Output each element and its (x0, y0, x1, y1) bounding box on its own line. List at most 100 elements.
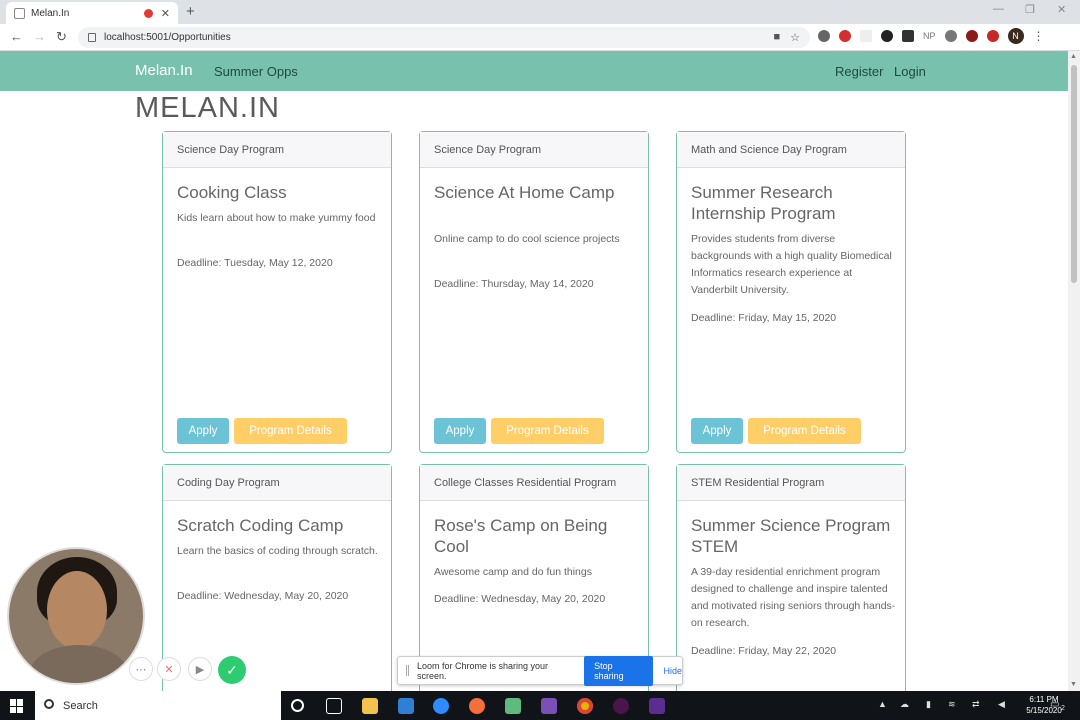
browser-tab-bar: Melan.In ✕ + — ❐ ✕ (0, 0, 1080, 24)
url-text: localhost:5001/Opportunities (104, 32, 231, 43)
np-extension-icon[interactable]: NP (923, 31, 936, 41)
card-header: Science Day Program (420, 132, 648, 168)
nav-link-login[interactable]: Login (894, 64, 926, 79)
terminal-icon[interactable] (649, 698, 665, 714)
tab-close-icon[interactable]: ✕ (161, 7, 170, 20)
card-title: Rose's Camp on Being Cool (434, 516, 608, 556)
page-title: MELAN.IN (135, 92, 280, 124)
app-icon[interactable] (469, 698, 485, 714)
scrollbar-thumb[interactable] (1071, 65, 1077, 283)
card-deadline: Deadline: Wednesday, May 20, 2020 (177, 590, 349, 602)
nav-link-summer-opps[interactable]: Summer Opps (214, 64, 298, 79)
vscode-icon[interactable] (398, 698, 414, 714)
scroll-down-icon[interactable]: ▼ (1070, 681, 1077, 688)
program-details-button[interactable]: Program Details (491, 418, 604, 444)
card-header: Math and Science Day Program (677, 132, 905, 168)
cancel-recording-icon[interactable]: ✕ (157, 657, 181, 681)
program-details-button[interactable]: Program Details (748, 418, 861, 444)
card-title: Summer Science Program STEM (691, 516, 891, 556)
card-deadline: Deadline: Friday, May 22, 2020 (691, 645, 837, 657)
program-card: Science Day Program Science At Home Camp… (419, 131, 649, 453)
stop-sharing-button[interactable]: Stop sharing (584, 655, 654, 686)
tab-title: Melan.In (31, 7, 70, 19)
extension-icon[interactable] (944, 30, 957, 42)
notification-icon[interactable]: ▭ (1050, 699, 1059, 710)
usb-icon[interactable]: ▮ (926, 699, 931, 710)
windows-start-icon[interactable] (10, 699, 24, 713)
address-bar[interactable]: localhost:5001/Opportunities ■ ☆ (78, 27, 810, 48)
extension-icon[interactable] (818, 30, 830, 42)
close-window-icon[interactable]: ✕ (1057, 3, 1066, 16)
tray-chevron-icon[interactable]: ▲ (878, 699, 887, 709)
card-header: Science Day Program (163, 132, 391, 168)
taskbar-search-label: Search (63, 699, 98, 712)
info-icon[interactable] (88, 33, 96, 42)
zoom-icon[interactable] (433, 698, 449, 714)
apply-button[interactable]: Apply (434, 418, 486, 444)
network-icon[interactable]: ⇄ (972, 699, 980, 710)
search-icon (44, 699, 54, 709)
page-scrollbar[interactable]: ▲ ▼ (1068, 51, 1080, 691)
pause-recording-icon[interactable]: ▶ (188, 657, 212, 681)
apply-button[interactable]: Apply (177, 418, 229, 444)
scroll-up-icon[interactable]: ▲ (1070, 53, 1077, 60)
slack-icon[interactable] (613, 698, 629, 714)
card-description: Provides students from diverse backgroun… (691, 233, 892, 296)
extension-icon[interactable] (986, 30, 999, 42)
clock-time: 6:11 PM (1029, 695, 1059, 704)
volume-icon[interactable]: ◀ (998, 699, 1005, 710)
card-description: Kids learn about how to make yummy food (177, 212, 376, 224)
card-header: College Classes Residential Program (420, 465, 648, 501)
program-card: Math and Science Day Program Summer Rese… (676, 131, 906, 453)
taskbar-search[interactable]: Search (35, 691, 281, 720)
browser-menu-icon[interactable]: ⋮ (1033, 29, 1045, 43)
card-title: Cooking Class (177, 183, 287, 202)
task-view-icon[interactable] (326, 698, 342, 714)
browser-tab[interactable]: Melan.In ✕ (6, 2, 178, 24)
card-title: Summer Research Internship Program (691, 183, 836, 223)
card-description: Awesome camp and do fun things (434, 566, 592, 578)
bookmark-star-icon[interactable]: ☆ (790, 31, 800, 44)
finish-recording-icon[interactable]: ✓ (218, 656, 246, 684)
more-options-icon[interactable]: ⋯ (129, 657, 153, 681)
extension-icon[interactable] (902, 30, 914, 42)
gitkraken-icon[interactable] (505, 698, 521, 714)
chrome-icon[interactable] (577, 698, 593, 714)
navbar-brand[interactable]: Melan.In (135, 62, 193, 79)
minimize-icon[interactable]: — (993, 3, 1004, 15)
webcam-face (47, 571, 107, 649)
cortana-icon[interactable] (291, 699, 304, 712)
reload-icon[interactable]: ↻ (56, 29, 67, 45)
windows-taskbar: Search ▲ ☁ ▮ ≋ ⇄ ◀ 6:11 PM 5/15/2020 ▭ 2 (0, 691, 1080, 720)
webcam-body (29, 645, 129, 683)
onedrive-icon[interactable]: ☁ (900, 699, 909, 710)
hide-button[interactable]: Hide (663, 666, 682, 676)
card-header: STEM Residential Program (677, 465, 905, 501)
drag-handle-icon[interactable] (406, 665, 409, 676)
camera-icon[interactable]: ■ (773, 31, 780, 44)
webcam-bubble[interactable] (7, 547, 145, 685)
maximize-icon[interactable]: ❐ (1025, 3, 1035, 16)
extension-icon[interactable] (965, 30, 978, 42)
wifi-icon[interactable]: ≋ (948, 699, 956, 710)
extensions-row: NP N ⋮ (818, 28, 1045, 44)
apply-button[interactable]: Apply (691, 418, 743, 444)
notification-count: 2 (1061, 705, 1065, 712)
forward-icon[interactable]: → (33, 29, 46, 44)
file-explorer-icon[interactable] (362, 698, 378, 714)
visual-studio-icon[interactable] (541, 698, 557, 714)
card-deadline: Deadline: Wednesday, May 20, 2020 (434, 593, 606, 605)
card-deadline: Deadline: Thursday, May 14, 2020 (434, 278, 594, 290)
extension-icon[interactable] (860, 30, 872, 42)
program-details-button[interactable]: Program Details (234, 418, 347, 444)
card-header: Coding Day Program (163, 465, 391, 501)
extension-icon[interactable] (839, 30, 851, 42)
new-tab-button[interactable]: + (186, 3, 195, 20)
extension-icon[interactable] (881, 30, 893, 42)
card-title: Scratch Coding Camp (177, 516, 344, 535)
card-description: Online camp to do cool science projects (434, 233, 620, 245)
back-icon[interactable]: ← (10, 29, 23, 44)
nav-link-register[interactable]: Register (835, 64, 883, 79)
profile-avatar[interactable]: N (1007, 28, 1024, 44)
card-deadline: Deadline: Friday, May 15, 2020 (691, 312, 837, 324)
